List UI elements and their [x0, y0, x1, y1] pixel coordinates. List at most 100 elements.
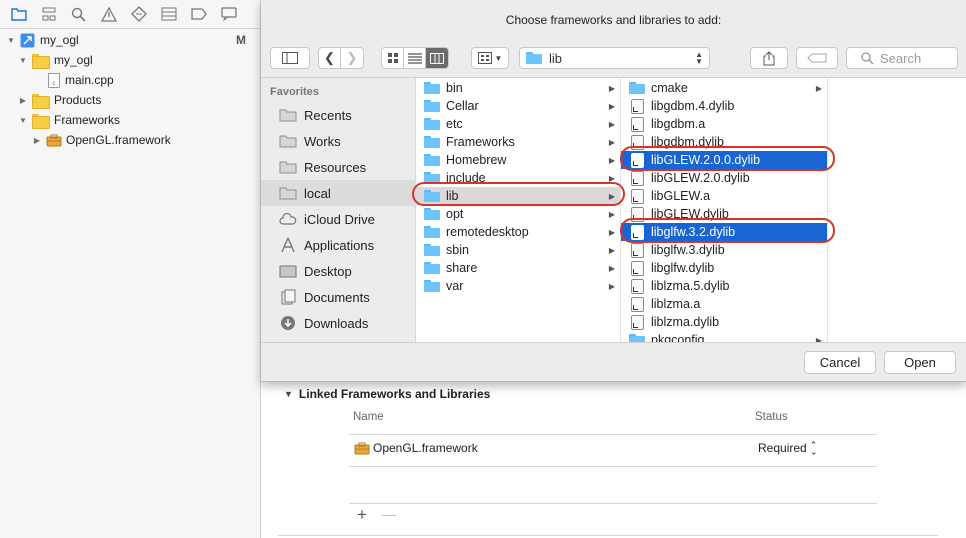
disclosure-arrow-icon: ▶ — [608, 281, 615, 291]
list-item[interactable]: liblzma.a — [621, 295, 827, 313]
warning-icon[interactable] — [100, 6, 117, 23]
item-label: libgdbm.4.dylib — [651, 99, 735, 113]
list-item[interactable]: libGLEW.a — [621, 187, 827, 205]
arrange-icon — [477, 52, 492, 64]
sidebar-toggle-button[interactable] — [270, 47, 310, 69]
favorites-header: Favorites — [270, 86, 319, 98]
forward-button[interactable]: ❯ — [341, 48, 363, 68]
remove-button[interactable]: — — [382, 506, 396, 522]
sidebar-item-resources[interactable]: Resources — [261, 154, 416, 180]
list-item[interactable]: var ▶ — [416, 277, 620, 295]
list-item[interactable]: share ▶ — [416, 259, 620, 277]
list-item[interactable]: libGLEW.2.0.dylib — [621, 169, 827, 187]
disclosure-closed-icon[interactable]: ▶ — [32, 135, 42, 145]
modified-badge: M — [236, 33, 246, 47]
sidebar-item-icloud-drive[interactable]: iCloud Drive — [261, 206, 416, 232]
column-view-button[interactable] — [426, 48, 448, 68]
arrange-popup-button[interactable]: ▼ — [471, 47, 509, 69]
list-view-button[interactable] — [404, 48, 426, 68]
sidebar-item-label: Applications — [304, 237, 375, 253]
column-header-status[interactable]: Status — [755, 411, 788, 423]
cancel-button[interactable]: Cancel — [804, 351, 876, 374]
tree-opengl-row[interactable]: ▶ OpenGL.framework — [0, 130, 260, 150]
item-label: libGLEW.a — [651, 189, 711, 203]
hierarchy-icon[interactable] — [40, 6, 57, 23]
item-label: cmake — [651, 81, 688, 95]
path-label: lib — [549, 50, 563, 66]
list-item[interactable]: bin ▶ — [416, 79, 620, 97]
project-name: my_ogl — [40, 33, 79, 47]
search-icon — [861, 51, 874, 65]
view-mode-control[interactable] — [381, 47, 449, 69]
tag-button[interactable] — [796, 47, 838, 69]
tree-frameworks-row[interactable]: ▼ Frameworks — [0, 110, 260, 130]
sidebar-item-documents[interactable]: Documents — [261, 284, 416, 310]
list-item[interactable]: cmake ▶ — [621, 79, 827, 97]
diamond-icon[interactable] — [130, 6, 147, 23]
tag-icon[interactable] — [190, 6, 207, 23]
sidebar-item-desktop[interactable]: Desktop — [261, 258, 416, 284]
lib-highlight-ring — [412, 182, 625, 206]
list-item[interactable]: libgdbm.4.dylib — [621, 97, 827, 115]
table-divider — [349, 466, 877, 467]
list-item[interactable]: libglfw.dylib — [621, 259, 827, 277]
disclosure-open-icon[interactable]: ▼ — [18, 55, 28, 65]
list-icon[interactable] — [160, 6, 177, 23]
folder-icon — [424, 153, 440, 167]
sidebar-item-local[interactable]: local — [261, 180, 416, 206]
open-button[interactable]: Open — [884, 351, 956, 374]
tree-project-row[interactable]: ▼ my_ogl M — [0, 30, 260, 50]
column-lib[interactable]: cmake ▶ libgdbm.4.dylib libgdbm.a libgdbm.dy… — [621, 78, 828, 342]
column-header-name[interactable]: Name — [353, 411, 384, 423]
icon-view-button[interactable] — [382, 48, 404, 68]
list-item[interactable]: sbin ▶ — [416, 241, 620, 259]
sidebar-item-downloads[interactable]: Downloads — [261, 310, 416, 336]
products-folder-icon — [32, 93, 50, 109]
search-placeholder: Search — [880, 50, 922, 66]
disclosure-open-icon[interactable]: ▼ — [284, 389, 293, 399]
item-label: libglfw.dylib — [651, 261, 715, 275]
disclosure-arrow-icon: ▶ — [608, 245, 615, 255]
list-item[interactable]: opt ▶ — [416, 205, 620, 223]
disclosure-arrow-icon: ▶ — [608, 83, 615, 93]
folder-icon[interactable] — [10, 6, 27, 23]
list-item[interactable]: libgdbm.a — [621, 115, 827, 133]
status-popup[interactable]: Required ⌃ ⌃ — [758, 441, 817, 457]
item-label: opt — [446, 207, 464, 221]
back-forward-control[interactable]: ❮ ❯ — [318, 47, 364, 69]
column-local[interactable]: bin ▶ Cellar ▶ etc ▶ Frameworks ▶ Homebrew ▶ inclu… — [416, 78, 621, 342]
linked-frameworks-header[interactable]: ▼ Linked Frameworks and Libraries — [284, 387, 490, 401]
table-divider — [349, 503, 877, 504]
comment-icon[interactable] — [220, 6, 237, 23]
list-item[interactable]: liblzma.5.dylib — [621, 277, 827, 295]
sidebar-item-recents[interactable]: Recents — [261, 102, 416, 128]
sidebar-item-label: Desktop — [304, 263, 352, 279]
path-popup[interactable]: lib ▲ ▼ — [519, 47, 710, 69]
disclosure-open-icon[interactable]: ▼ — [6, 35, 16, 45]
list-item[interactable]: libglfw.3.dylib — [621, 241, 827, 259]
sidebar-item-works[interactable]: Works — [261, 128, 416, 154]
tree-products-row[interactable]: ▶ Products — [0, 90, 260, 110]
list-item[interactable]: liblzma.dylib — [621, 313, 827, 331]
disclosure-closed-icon[interactable]: ▶ — [18, 95, 28, 105]
disclosure-open-icon[interactable]: ▼ — [18, 115, 28, 125]
list-item[interactable]: Cellar ▶ — [416, 97, 620, 115]
xcode-project-icon — [19, 32, 35, 48]
item-label: liblzma.a — [651, 297, 701, 311]
list-item[interactable]: etc ▶ — [416, 115, 620, 133]
list-item[interactable]: Frameworks ▶ — [416, 133, 620, 151]
folder-icon — [424, 81, 440, 95]
table-row[interactable]: OpenGL.framework Required ⌃ ⌃ — [349, 438, 877, 458]
item-label: remotedesktop — [446, 225, 529, 239]
tree-file-row[interactable]: c main.cpp — [0, 70, 260, 90]
tree-group-row[interactable]: ▼ my_ogl — [0, 50, 260, 70]
list-item[interactable]: Homebrew ▶ — [416, 151, 620, 169]
search-icon[interactable] — [70, 6, 87, 23]
list-item[interactable]: remotedesktop ▶ — [416, 223, 620, 241]
share-button[interactable] — [750, 47, 788, 69]
list-item[interactable]: pkgconfig ▶ — [621, 331, 827, 342]
sidebar-item-applications[interactable]: Applications — [261, 232, 416, 258]
add-button[interactable]: + — [357, 505, 367, 525]
search-field[interactable]: Search — [846, 47, 958, 69]
back-button[interactable]: ❮ — [319, 48, 341, 68]
